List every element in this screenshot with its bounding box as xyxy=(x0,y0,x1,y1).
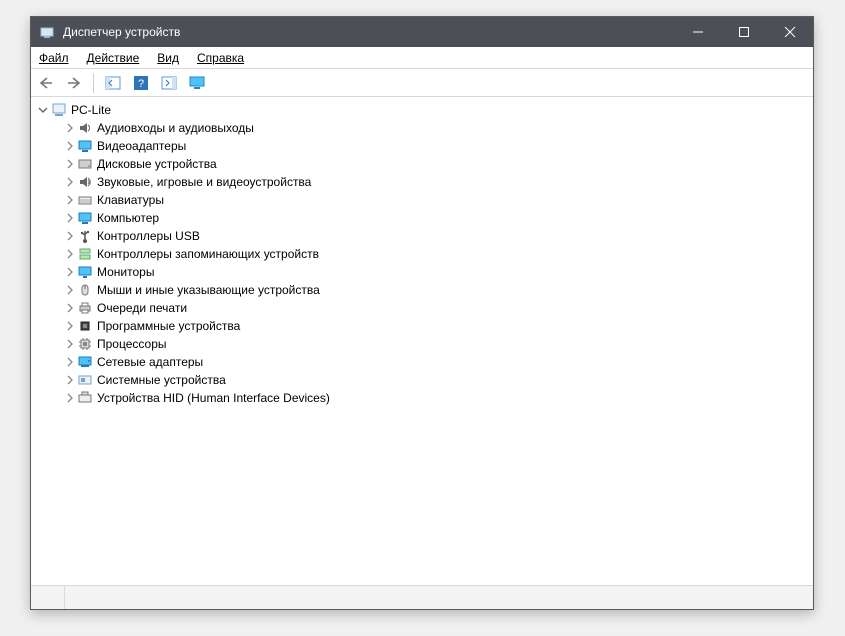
tree-category-row[interactable]: Клавиатуры xyxy=(35,191,813,209)
monitor-icon xyxy=(77,264,93,280)
menu-action[interactable]: Действие xyxy=(83,49,144,67)
chevron-right-icon[interactable] xyxy=(63,123,77,133)
category-label[interactable]: Сетевые адаптеры xyxy=(97,355,203,369)
category-label[interactable]: Звуковые, игровые и видеоустройства xyxy=(97,175,311,189)
status-bar xyxy=(31,585,813,609)
titlebar: Диспетчер устройств xyxy=(31,17,813,47)
tree-category-row[interactable]: Контроллеры USB xyxy=(35,227,813,245)
monitor-button[interactable] xyxy=(186,72,208,94)
chevron-right-icon[interactable] xyxy=(63,393,77,403)
system-icon xyxy=(77,372,93,388)
printer-icon xyxy=(77,300,93,316)
menu-view[interactable]: Вид xyxy=(153,49,183,67)
category-label[interactable]: Компьютер xyxy=(97,211,159,225)
minimize-button[interactable] xyxy=(675,17,721,47)
category-label[interactable]: Дисковые устройства xyxy=(97,157,217,171)
hid-icon xyxy=(77,390,93,406)
chevron-right-icon[interactable] xyxy=(63,249,77,259)
audio-icon xyxy=(77,120,93,136)
chevron-right-icon[interactable] xyxy=(63,321,77,331)
tree-category-row[interactable]: Видеоадаптеры xyxy=(35,137,813,155)
scan-hardware-button[interactable] xyxy=(158,72,180,94)
tree-category-row[interactable]: Очереди печати xyxy=(35,299,813,317)
category-label[interactable]: Видеоадаптеры xyxy=(97,139,186,153)
chevron-down-icon[interactable] xyxy=(35,105,51,115)
window-title: Диспетчер устройств xyxy=(63,25,180,39)
usb-icon xyxy=(77,228,93,244)
storage-icon xyxy=(77,246,93,262)
disk-icon xyxy=(77,156,93,172)
chevron-right-icon[interactable] xyxy=(63,159,77,169)
tree-category-row[interactable]: Аудиовходы и аудиовыходы xyxy=(35,119,813,137)
tree-category-row[interactable]: Системные устройства xyxy=(35,371,813,389)
cpu-icon xyxy=(77,336,93,352)
app-icon xyxy=(37,22,57,42)
svg-text:?: ? xyxy=(138,78,144,90)
chevron-right-icon[interactable] xyxy=(63,231,77,241)
chevron-right-icon[interactable] xyxy=(63,213,77,223)
sound-icon xyxy=(77,174,93,190)
display-icon xyxy=(77,138,93,154)
chevron-right-icon[interactable] xyxy=(63,285,77,295)
category-label[interactable]: Процессоры xyxy=(97,337,167,351)
tree-category-row[interactable]: Процессоры xyxy=(35,335,813,353)
firmware-icon xyxy=(77,318,93,334)
category-label[interactable]: Контроллеры USB xyxy=(97,229,200,243)
toolbar-separator xyxy=(93,73,94,93)
tree-category-row[interactable]: Звуковые, игровые и видеоустройства xyxy=(35,173,813,191)
root-label[interactable]: PC-Lite xyxy=(71,103,111,117)
category-label[interactable]: Аудиовходы и аудиовыходы xyxy=(97,121,254,135)
keyboard-icon xyxy=(77,192,93,208)
tree-category-row[interactable]: Мыши и иные указывающие устройства xyxy=(35,281,813,299)
status-cell xyxy=(31,586,65,609)
category-label[interactable]: Очереди печати xyxy=(97,301,187,315)
tree-category-row[interactable]: Дисковые устройства xyxy=(35,155,813,173)
nav-forward-button[interactable] xyxy=(63,72,85,94)
device-manager-window: Диспетчер устройств Файл Действие Вид Сп… xyxy=(30,16,814,610)
chevron-right-icon[interactable] xyxy=(63,375,77,385)
chevron-right-icon[interactable] xyxy=(63,141,77,151)
menu-file[interactable]: Файл xyxy=(35,49,73,67)
mouse-icon xyxy=(77,282,93,298)
tree-category-row[interactable]: Сетевые адаптеры xyxy=(35,353,813,371)
chevron-right-icon[interactable] xyxy=(63,177,77,187)
category-label[interactable]: Мыши и иные указывающие устройства xyxy=(97,283,320,297)
toolbar: ? xyxy=(31,69,813,97)
nav-back-button[interactable] xyxy=(35,72,57,94)
tree-root-row[interactable]: PC-Lite xyxy=(35,101,813,119)
tree-category-row[interactable]: Компьютер xyxy=(35,209,813,227)
help-button[interactable]: ? xyxy=(130,72,152,94)
chevron-right-icon[interactable] xyxy=(63,195,77,205)
network-icon xyxy=(77,354,93,370)
chevron-right-icon[interactable] xyxy=(63,303,77,313)
category-label[interactable]: Программные устройства xyxy=(97,319,240,333)
tree-category-row[interactable]: Контроллеры запоминающих устройств xyxy=(35,245,813,263)
menu-help[interactable]: Справка xyxy=(193,49,248,67)
chevron-right-icon[interactable] xyxy=(63,267,77,277)
tree-category-row[interactable]: Программные устройства xyxy=(35,317,813,335)
category-label[interactable]: Контроллеры запоминающих устройств xyxy=(97,247,319,261)
chevron-right-icon[interactable] xyxy=(63,357,77,367)
maximize-button[interactable] xyxy=(721,17,767,47)
chevron-right-icon[interactable] xyxy=(63,339,77,349)
device-tree: PC-Lite Аудиовходы и аудиовыходы Видеоада… xyxy=(31,97,813,585)
category-label[interactable]: Клавиатуры xyxy=(97,193,164,207)
category-label[interactable]: Устройства HID (Human Interface Devices) xyxy=(97,391,330,405)
show-hide-tree-button[interactable] xyxy=(102,72,124,94)
tree-category-row[interactable]: Устройства HID (Human Interface Devices) xyxy=(35,389,813,407)
computer-icon xyxy=(77,210,93,226)
category-label[interactable]: Системные устройства xyxy=(97,373,226,387)
menu-bar: Файл Действие Вид Справка xyxy=(31,47,813,69)
close-button[interactable] xyxy=(767,17,813,47)
category-label[interactable]: Мониторы xyxy=(97,265,154,279)
computer-icon xyxy=(51,102,67,118)
tree-category-row[interactable]: Мониторы xyxy=(35,263,813,281)
